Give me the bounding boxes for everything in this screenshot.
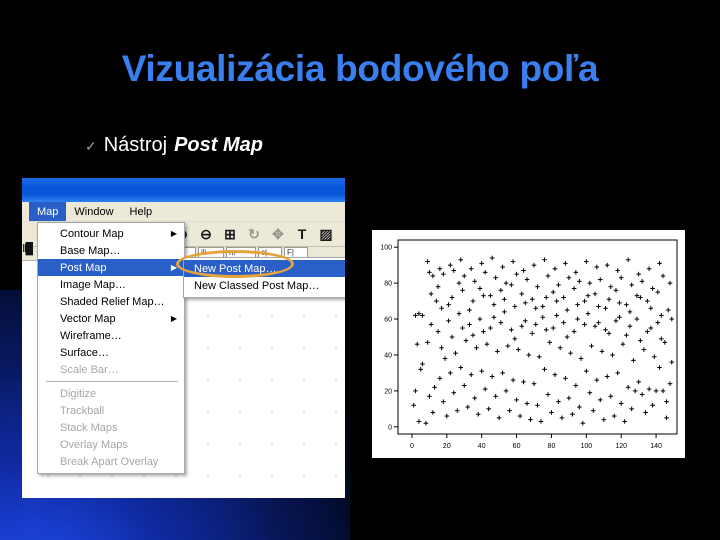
menu-item-label: Break Apart Overlay (60, 455, 159, 468)
menu-item-trackball: Trackball (38, 402, 184, 419)
svg-text:60: 60 (513, 443, 521, 450)
menu-item-overlay-maps: Overlay Maps (38, 436, 184, 453)
svg-text:80: 80 (548, 443, 556, 450)
post-map-svg: 0 20 40 60 80 100 120 140 0 20 40 60 80 100 (380, 239, 678, 450)
menu-item-label: New Post Map… (194, 262, 277, 275)
menu-bar-item-window[interactable]: Window (66, 202, 121, 221)
text-tool-icon[interactable]: T (294, 226, 310, 242)
pan-icon[interactable]: ✥ (270, 226, 286, 242)
svg-text:40: 40 (384, 352, 392, 359)
menu-separator (46, 381, 178, 382)
menu-item-shaded-relief-map[interactable]: Shaded Relief Map… (38, 293, 184, 310)
svg-text:40: 40 (478, 443, 486, 450)
map-dropdown-menu: Contour Map ▶ Base Map… Post Map ▶ Image… (37, 222, 185, 474)
checkmark-icon: ✓ (85, 138, 97, 154)
bullet-text-emphasis: Post Map (174, 134, 263, 156)
menu-item-label: Base Map… (60, 244, 121, 257)
menu-item-label: Post Map (60, 261, 107, 274)
menu-item-label: Digitize (60, 387, 97, 400)
bullet-line: ✓ Nástroj Post Map (85, 134, 263, 157)
menu-item-label: Scale Bar… (60, 363, 119, 376)
zoom-selection-icon[interactable]: ⊞ (222, 226, 238, 242)
svg-text:140: 140 (650, 443, 662, 450)
menu-item-scale-bar: Scale Bar… (38, 361, 184, 378)
svg-text:0: 0 (410, 443, 414, 450)
svg-text:20: 20 (443, 443, 451, 450)
svg-text:100: 100 (380, 245, 392, 252)
menu-bar: Map Window Help (22, 202, 345, 222)
menu-item-new-classed-post-map[interactable]: New Classed Post Map… (184, 277, 345, 294)
menu-item-surface[interactable]: Surface… (38, 344, 184, 361)
menu-bar-item-map[interactable]: Map (29, 202, 67, 221)
svg-text:80: 80 (384, 281, 392, 288)
menu-item-digitize: Digitize (38, 385, 184, 402)
menu-item-wireframe[interactable]: Wireframe… (38, 327, 184, 344)
menu-item-label: Trackball (60, 404, 105, 417)
application-window: Map Window Help ⊕ ⊖ ⊞ ↻ ✥ T ▨ ol ili m c… (22, 178, 345, 498)
page-title: Vizualizácia bodového poľa (121, 48, 599, 89)
menu-item-base-map[interactable]: Base Map… (38, 242, 184, 259)
menu-item-label: Wireframe… (60, 329, 122, 342)
ruler-fragment: ‖█ (22, 243, 33, 255)
menu-item-image-map[interactable]: Image Map… (38, 276, 184, 293)
svg-text:0: 0 (388, 424, 392, 431)
hatch-pattern-icon[interactable]: ▨ (318, 226, 334, 242)
chevron-right-icon: ▶ (170, 228, 177, 238)
menu-item-label: Shaded Relief Map… (60, 295, 165, 308)
menu-item-new-post-map[interactable]: New Post Map… (184, 260, 345, 277)
menu-item-stack-maps: Stack Maps (38, 419, 184, 436)
menu-item-break-apart-overlay: Break Apart Overlay (38, 453, 184, 470)
menu-item-label: Vector Map (60, 312, 116, 325)
svg-text:120: 120 (615, 443, 627, 450)
window-titlebar[interactable] (22, 178, 345, 202)
menu-item-label: Stack Maps (60, 421, 118, 434)
chevron-right-icon: ▶ (170, 262, 177, 272)
bullet-text: Nástroj (103, 134, 168, 156)
post-map-chart: 0 20 40 60 80 100 120 140 0 20 40 60 80 100 (372, 230, 685, 458)
menu-item-vector-map[interactable]: Vector Map ▶ (38, 310, 184, 327)
menu-item-contour-map[interactable]: Contour Map ▶ (38, 225, 184, 242)
zoom-out-icon[interactable]: ⊖ (198, 226, 214, 242)
menu-item-label: Overlay Maps (60, 438, 128, 451)
menu-item-label: Surface… (60, 346, 109, 359)
svg-text:100: 100 (580, 443, 592, 450)
refresh-icon[interactable]: ↻ (246, 226, 262, 242)
post-map-submenu: New Post Map… New Classed Post Map… (183, 257, 345, 298)
menu-item-post-map[interactable]: Post Map ▶ (38, 259, 184, 276)
svg-text:60: 60 (384, 317, 392, 324)
menu-item-label: Contour Map (60, 227, 124, 240)
menu-item-label: Image Map… (60, 278, 127, 291)
svg-text:20: 20 (384, 388, 392, 395)
menu-bar-item-help[interactable]: Help (122, 202, 161, 221)
chevron-right-icon: ▶ (170, 313, 177, 323)
menu-item-label: New Classed Post Map… (194, 279, 320, 292)
